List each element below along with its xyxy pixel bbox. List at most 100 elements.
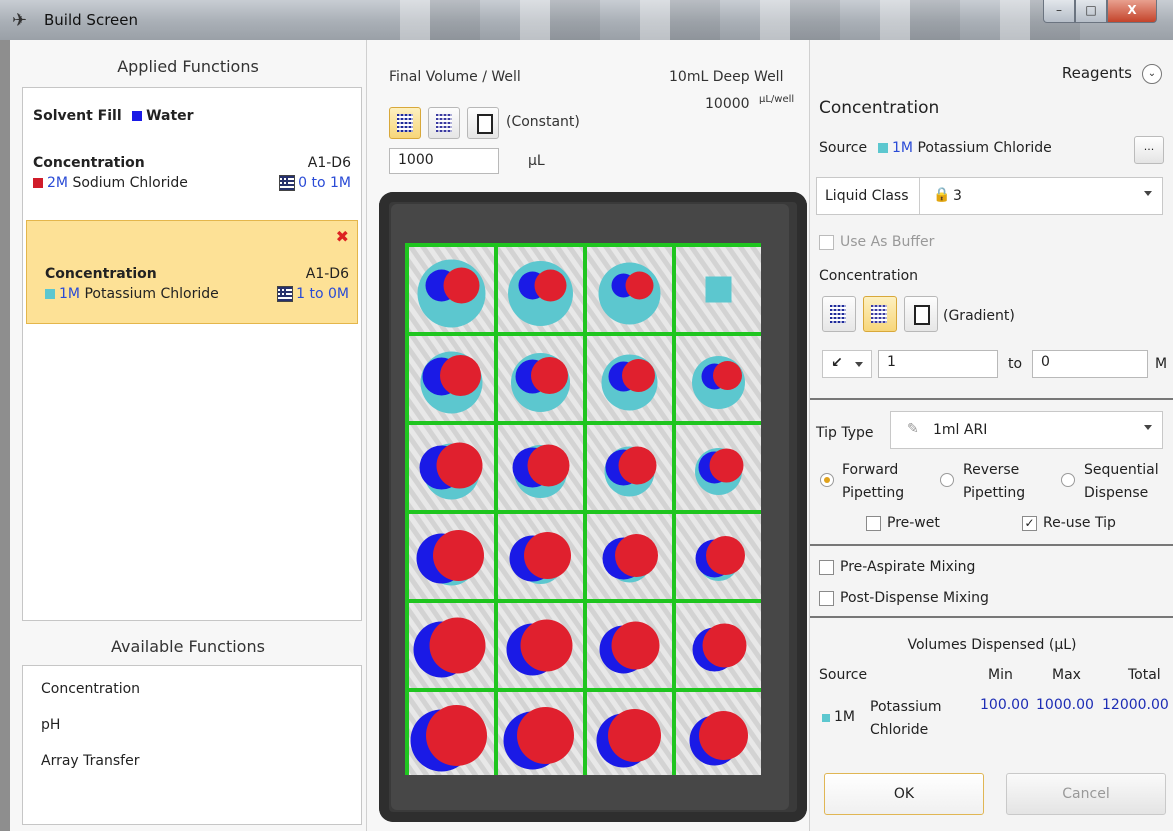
plate-capacity: 10000 xyxy=(705,96,750,112)
grid-gradient-icon xyxy=(436,114,452,132)
well[interactable] xyxy=(409,692,494,775)
constant-mode-button[interactable] xyxy=(389,107,421,139)
row-color-swatch xyxy=(822,714,830,722)
well[interactable] xyxy=(498,425,583,510)
grid-constant-icon xyxy=(830,305,846,323)
function-name: Concentration xyxy=(45,266,157,282)
gradient-direction-dropdown[interactable]: ↙ xyxy=(822,350,872,378)
well[interactable] xyxy=(409,603,494,688)
well[interactable] xyxy=(498,336,583,421)
potassium-chloride-swatch xyxy=(45,289,55,299)
reuse-tip-checkbox[interactable]: ✓ xyxy=(1022,515,1037,531)
well[interactable] xyxy=(676,247,761,332)
constant-conc-button[interactable] xyxy=(822,296,856,332)
well[interactable] xyxy=(587,514,672,599)
available-function-concentration[interactable]: Concentration xyxy=(41,681,140,697)
reagents-label: Reagents xyxy=(1061,64,1132,82)
minimize-button[interactable]: – xyxy=(1043,0,1075,23)
pre-wet-checkbox[interactable] xyxy=(866,515,881,531)
well[interactable] xyxy=(676,692,761,775)
well[interactable] xyxy=(498,603,583,688)
available-function-array-transfer[interactable]: Array Transfer xyxy=(41,753,139,769)
function-item-potassium-chloride[interactable]: ✖ Concentration A1-D6 1M Potassium Chlor… xyxy=(26,220,358,324)
solvent-fill-item[interactable]: Solvent Fill Water xyxy=(33,108,351,124)
final-volume-label: Final Volume / Well xyxy=(389,69,521,85)
well[interactable] xyxy=(587,603,672,688)
pre-aspirate-checkbox[interactable] xyxy=(819,559,834,575)
maximize-button[interactable]: □ xyxy=(1075,0,1107,23)
title-bar[interactable]: ✈ Build Screen – □ X xyxy=(0,0,1173,40)
gradient-mode-button[interactable] xyxy=(428,107,460,139)
gradient-icon xyxy=(279,175,296,191)
reverse-pipetting-line2: Pipetting xyxy=(963,485,1026,501)
close-button[interactable]: X xyxy=(1107,0,1157,23)
red-reagent-mark xyxy=(440,355,481,396)
well[interactable] xyxy=(409,425,494,510)
gradient-conc-button[interactable] xyxy=(863,296,897,332)
source-name: Potassium Chloride xyxy=(917,140,1052,156)
final-volume-input[interactable]: 1000 xyxy=(389,148,499,174)
function-range: A1-D6 xyxy=(307,155,351,171)
function-item-sodium-chloride[interactable]: Concentration A1-D6 2M Sodium Chloride 0… xyxy=(33,155,351,201)
chevron-down-icon[interactable]: ⌄ xyxy=(1142,64,1162,84)
red-reagent-mark xyxy=(534,269,567,302)
well[interactable] xyxy=(676,336,761,421)
tip-type-dropdown[interactable]: ✎ 1ml ARI xyxy=(890,411,1163,449)
well[interactable] xyxy=(409,247,494,332)
well[interactable] xyxy=(498,247,583,332)
browse-source-button[interactable]: ... xyxy=(1134,136,1164,164)
reagent-molarity: 1M xyxy=(59,286,80,302)
document-icon xyxy=(914,305,930,325)
pre-aspirate-option[interactable]: Pre-Aspirate Mixing xyxy=(819,559,975,575)
reverse-pipetting-radio[interactable] xyxy=(940,473,954,487)
divider xyxy=(810,398,1173,400)
liquid-class-dropdown[interactable]: Liquid Class 🔒 3 xyxy=(816,177,1163,215)
cancel-button[interactable]: Cancel xyxy=(1006,773,1166,815)
solvent-fill-label: Solvent Fill xyxy=(33,108,122,124)
red-reagent-mark xyxy=(443,267,480,304)
custom-conc-button[interactable] xyxy=(904,296,938,332)
delete-icon[interactable]: ✖ xyxy=(336,227,349,246)
source-color-swatch xyxy=(878,143,888,153)
available-function-ph[interactable]: pH xyxy=(41,717,60,733)
well[interactable] xyxy=(409,336,494,421)
ok-button[interactable]: OK xyxy=(824,773,984,815)
pre-wet-option[interactable]: Pre-wet xyxy=(866,515,940,531)
pre-aspirate-label: Pre-Aspirate Mixing xyxy=(840,559,976,575)
col-source: Source xyxy=(819,667,868,683)
red-reagent-mark xyxy=(611,621,660,670)
post-dispense-checkbox[interactable] xyxy=(819,590,834,606)
reuse-tip-option[interactable]: ✓ Re-use Tip xyxy=(1022,515,1116,531)
use-as-buffer-label: Use As Buffer xyxy=(840,234,935,250)
custom-mode-button[interactable] xyxy=(467,107,499,139)
water-color-swatch xyxy=(132,111,143,121)
well[interactable] xyxy=(498,692,583,775)
row-total: 12000.00 xyxy=(1102,697,1169,713)
well[interactable] xyxy=(587,247,672,332)
to-label: to xyxy=(1008,356,1023,372)
gradient-mode-label: (Gradient) xyxy=(943,308,1015,324)
well[interactable] xyxy=(676,514,761,599)
forward-pipetting-radio[interactable] xyxy=(820,473,834,487)
well[interactable] xyxy=(409,514,494,599)
red-reagent-mark xyxy=(429,617,486,674)
liquid-class-value: 3 xyxy=(953,188,962,204)
gradient-to-input[interactable]: 0 xyxy=(1032,350,1148,378)
divider xyxy=(810,616,1173,618)
applied-functions-heading: Applied Functions xyxy=(117,57,259,76)
well[interactable] xyxy=(587,336,672,421)
well[interactable] xyxy=(587,692,672,775)
well-grid xyxy=(405,243,761,775)
function-name: Concentration xyxy=(33,155,145,171)
well[interactable] xyxy=(676,603,761,688)
well[interactable] xyxy=(587,425,672,510)
applied-functions-list: Solvent Fill Water Concentration A1-D6 2… xyxy=(22,87,362,621)
post-dispense-option[interactable]: Post-Dispense Mixing xyxy=(819,590,989,606)
well[interactable] xyxy=(676,425,761,510)
sequential-dispense-radio[interactable] xyxy=(1061,473,1075,487)
row-name-line2: Chloride xyxy=(870,722,929,738)
well[interactable] xyxy=(498,514,583,599)
sodium-chloride-swatch xyxy=(33,178,43,188)
use-as-buffer-checkbox xyxy=(819,234,834,250)
gradient-from-input[interactable]: 1 xyxy=(878,350,998,378)
